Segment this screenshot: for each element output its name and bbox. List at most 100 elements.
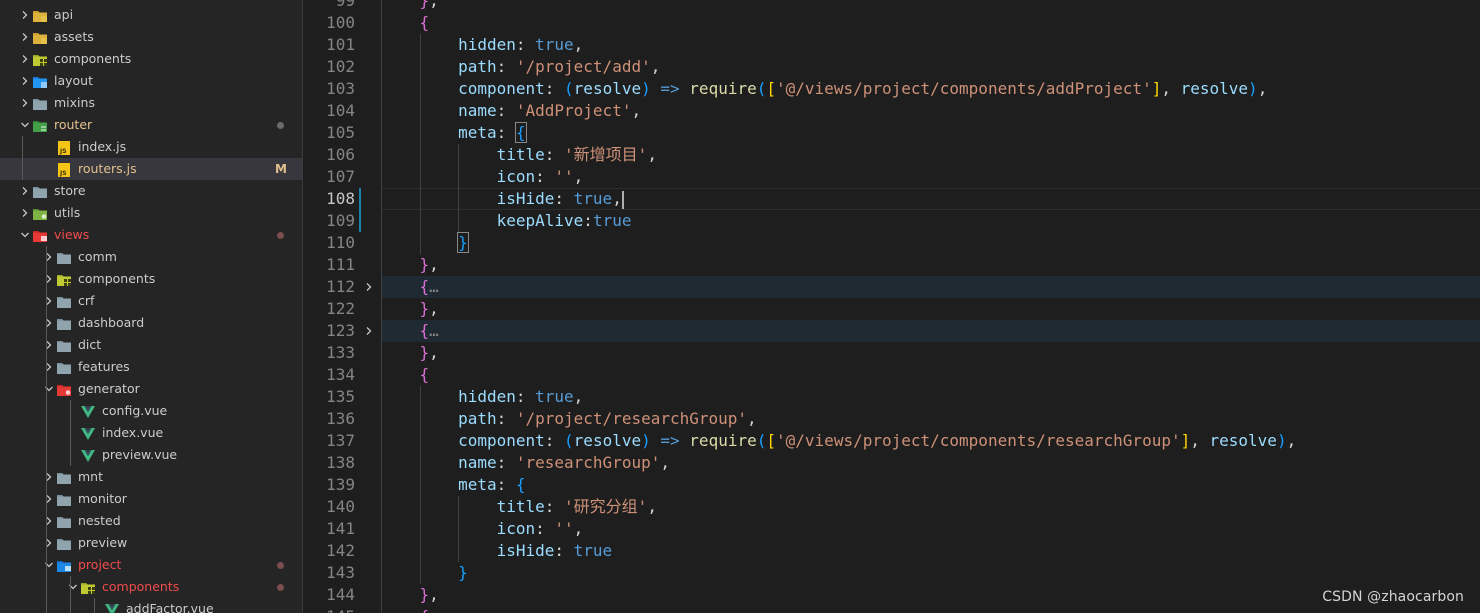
line-number: 110 xyxy=(326,233,355,252)
tree-item-label: preview xyxy=(78,535,128,550)
code-line[interactable]: 137 component: (resolve) => require(['@/… xyxy=(303,430,1480,452)
chevron-right-icon[interactable] xyxy=(18,70,32,92)
folder-grey-icon xyxy=(32,96,48,110)
tree-item-label: utils xyxy=(54,205,81,220)
code-line[interactable]: 100 { xyxy=(303,12,1480,34)
chevron-down-icon[interactable] xyxy=(42,378,56,400)
line-number: 101 xyxy=(326,35,355,54)
tree-item-label: features xyxy=(78,359,130,374)
code-line[interactable]: 142 isHide: true xyxy=(303,540,1480,562)
folder-components-icon xyxy=(80,580,96,594)
modified-dot-icon xyxy=(277,562,284,569)
chevron-right-icon[interactable] xyxy=(42,356,56,378)
chevron-right-icon[interactable] xyxy=(18,92,32,114)
code-line[interactable]: 122 }, xyxy=(303,298,1480,320)
folder-item[interactable]: assets xyxy=(0,26,302,48)
chevron-right-icon[interactable] xyxy=(42,334,56,356)
tree-item-label: dashboard xyxy=(78,315,145,330)
tree-item-label: crf xyxy=(78,293,95,308)
code-text: component: (resolve) => require(['@/view… xyxy=(458,79,1268,98)
tree-indent-guide xyxy=(22,136,23,180)
chevron-right-icon[interactable] xyxy=(42,466,56,488)
tree-item-label: store xyxy=(54,183,86,198)
tree-item-label: components xyxy=(54,51,132,66)
code-text: title: '新增项目', xyxy=(496,145,657,164)
code-text: } xyxy=(458,563,468,582)
chevron-right-icon[interactable] xyxy=(42,532,56,554)
chevron-right-icon[interactable] xyxy=(18,202,32,224)
code-line[interactable]: 101 hidden: true, xyxy=(303,34,1480,56)
code-line[interactable]: 138 name: 'researchGroup', xyxy=(303,452,1480,474)
chevron-right-icon[interactable] xyxy=(42,290,56,312)
fold-chevron-icon[interactable] xyxy=(363,276,375,298)
tree-item-label: preview.vue xyxy=(102,447,178,462)
folder-item[interactable]: views xyxy=(0,224,302,246)
chevron-right-icon[interactable] xyxy=(42,510,56,532)
line-number: 137 xyxy=(326,431,355,450)
svg-text:JS: JS xyxy=(59,148,67,155)
chevron-right-icon[interactable] xyxy=(18,48,32,70)
svg-text:JS: JS xyxy=(59,170,67,177)
code-line[interactable]: 111 }, xyxy=(303,254,1480,276)
code-line[interactable]: 108 isHide: true, xyxy=(303,188,1480,210)
code-line[interactable]: 140 title: '研究分组', xyxy=(303,496,1480,518)
code-line[interactable]: 104 name: 'AddProject', xyxy=(303,100,1480,122)
folder-utils-icon xyxy=(32,206,48,220)
folder-item[interactable]: store xyxy=(0,180,302,202)
chevron-right-icon[interactable] xyxy=(42,268,56,290)
code-line[interactable]: 141 icon: '', xyxy=(303,518,1480,540)
code-line[interactable]: 107 icon: '', xyxy=(303,166,1480,188)
code-line[interactable]: 139 meta: { xyxy=(303,474,1480,496)
code-line[interactable]: 143 } xyxy=(303,562,1480,584)
folder-item[interactable]: utils xyxy=(0,202,302,224)
code-text: title: '研究分组', xyxy=(496,497,657,516)
code-line[interactable]: 106 title: '新增项目', xyxy=(303,144,1480,166)
js-file-icon: JS xyxy=(56,140,72,155)
code-line[interactable]: 103 component: (resolve) => require(['@/… xyxy=(303,78,1480,100)
chevron-down-icon[interactable] xyxy=(18,224,32,246)
chevron-down-icon[interactable] xyxy=(66,576,80,598)
code-line[interactable]: 99 }, xyxy=(303,0,1480,12)
chevron-right-icon[interactable] xyxy=(18,26,32,48)
folder-item[interactable]: components xyxy=(0,48,302,70)
code-line[interactable]: 105 meta: { xyxy=(303,122,1480,144)
file-item[interactable]: JS routers.js M xyxy=(0,158,302,180)
code-line[interactable]: 135 hidden: true, xyxy=(303,386,1480,408)
code-line[interactable]: 136 path: '/project/researchGroup', xyxy=(303,408,1480,430)
line-number: 136 xyxy=(326,409,355,428)
line-number: 140 xyxy=(326,497,355,516)
line-number: 109 xyxy=(326,211,355,230)
chevron-right-icon[interactable] xyxy=(42,246,56,268)
tree-item-label: router xyxy=(54,117,93,132)
code-editor[interactable]: 99 }, 100 {101 hidden: true, 102 path: '/p… xyxy=(303,0,1480,613)
code-line[interactable]: 145 { xyxy=(303,606,1480,613)
chevron-right-icon[interactable] xyxy=(18,180,32,202)
line-number: 104 xyxy=(326,101,355,120)
text-cursor xyxy=(621,190,624,209)
code-line[interactable]: 133 }, xyxy=(303,342,1480,364)
chevron-down-icon[interactable] xyxy=(42,554,56,576)
chevron-right-icon[interactable] xyxy=(18,4,32,26)
line-number: 144 xyxy=(326,585,355,604)
line-number: 103 xyxy=(326,79,355,98)
folded-code-line[interactable]: 123 {… xyxy=(303,320,1480,342)
folder-item[interactable]: layout xyxy=(0,70,302,92)
modified-dot-icon xyxy=(277,122,284,129)
tree-item-label: mixins xyxy=(54,95,95,110)
code-text: } xyxy=(457,232,469,253)
folder-grey-icon xyxy=(56,514,72,528)
folder-item[interactable]: api xyxy=(0,4,302,26)
code-line[interactable]: 109 keepAlive:true xyxy=(303,210,1480,232)
code-line[interactable]: 110 } xyxy=(303,232,1480,254)
file-item[interactable]: JS index.js xyxy=(0,136,302,158)
code-line[interactable]: 102 path: '/project/add', xyxy=(303,56,1480,78)
chevron-right-icon[interactable] xyxy=(42,312,56,334)
folder-item[interactable]: router xyxy=(0,114,302,136)
chevron-right-icon[interactable] xyxy=(42,488,56,510)
folded-code-line[interactable]: 112 {… xyxy=(303,276,1480,298)
code-line[interactable]: 144 }, xyxy=(303,584,1480,606)
code-line[interactable]: 134 { xyxy=(303,364,1480,386)
chevron-down-icon[interactable] xyxy=(18,114,32,136)
fold-chevron-icon[interactable] xyxy=(363,320,375,342)
folder-item[interactable]: mixins xyxy=(0,92,302,114)
